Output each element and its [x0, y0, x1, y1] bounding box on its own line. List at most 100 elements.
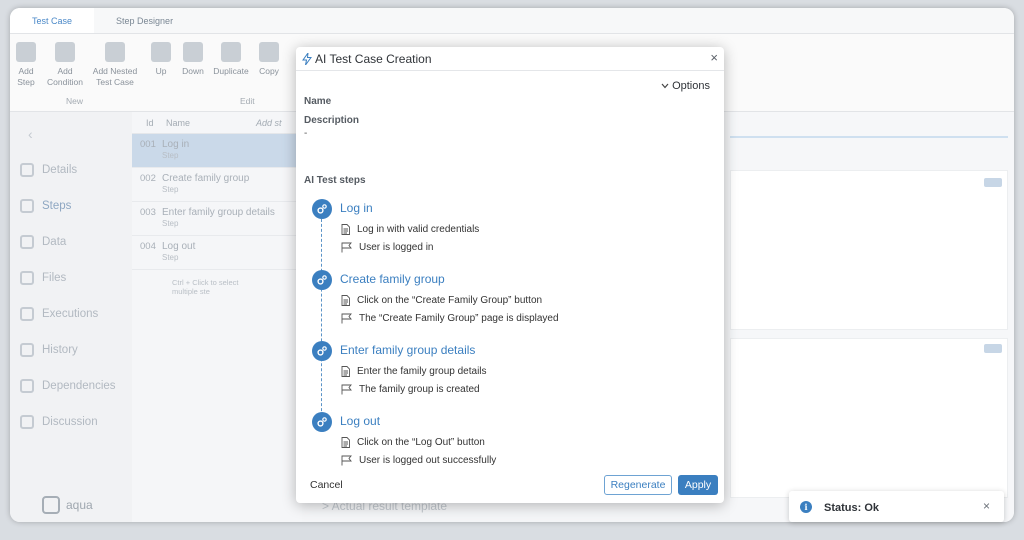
sidebar-item-steps[interactable]: Steps [20, 196, 130, 216]
arrow-down-icon [183, 42, 203, 62]
ai-step-name[interactable]: Log out [340, 414, 380, 428]
copy-button[interactable]: Copy [256, 42, 282, 77]
ai-step-name[interactable]: Enter family group details [340, 343, 475, 357]
sidebar-item-executions[interactable]: Executions [20, 304, 130, 324]
sidebar-item-files[interactable]: Files [20, 268, 130, 288]
aqua-logo-icon [42, 496, 60, 514]
copy-icon [259, 42, 279, 62]
step-action: Click on the “Log Out” button [341, 437, 485, 448]
step-expected-text: User is logged in [359, 242, 434, 253]
step-expected-text: User is logged out successfully [359, 455, 497, 466]
editor-toggle-icon[interactable] [984, 344, 1002, 353]
pane-divider [730, 136, 1008, 138]
sidebar-item-data[interactable]: Data [20, 232, 130, 252]
collapse-icon[interactable]: ‹ [28, 126, 33, 142]
cancel-button[interactable]: Cancel [310, 479, 343, 491]
add-step-link[interactable]: Add st [256, 118, 282, 128]
logo: aqua [42, 496, 93, 514]
document-icon [341, 366, 350, 377]
down-label: Down [182, 66, 204, 76]
sidebar-item-label: Files [42, 272, 67, 284]
dialog-title-text: AI Test Case Creation [315, 52, 432, 66]
document-icon [341, 437, 350, 448]
multi-select-hint: Ctrl + Click to select multiple ste [172, 278, 239, 296]
add-condition-label: Add Condition [47, 66, 83, 87]
row-name: Create family group [162, 173, 250, 184]
sidebar-item-label: Steps [42, 200, 72, 212]
gears-icon [312, 270, 332, 290]
detail-pane [730, 112, 1014, 522]
sidebar-item-label: Discussion [42, 416, 98, 428]
expected-editor[interactable] [730, 338, 1008, 498]
add-nested-button[interactable]: Add Nested Test Case [90, 42, 140, 88]
table-row[interactable]: 001 Log in Step [132, 134, 302, 168]
group-new-label: New [66, 96, 84, 106]
flag-icon [341, 313, 352, 324]
sidebar: ‹ Details Steps Data Files Executions Hi… [10, 112, 132, 522]
up-button[interactable]: Up [150, 42, 172, 77]
files-icon [20, 271, 34, 285]
lightning-icon [302, 53, 312, 65]
step-expected: User is logged out successfully [341, 455, 496, 466]
dialog-title: AI Test Case Creation [302, 52, 432, 66]
row-name: Log out [162, 241, 196, 252]
table-row[interactable]: 004 Log out Step [132, 236, 302, 270]
step-action-text: Click on the “Create Family Group” butto… [357, 295, 543, 306]
options-toggle[interactable]: Options [661, 80, 710, 92]
add-condition-icon [55, 42, 75, 62]
duplicate-icon [221, 42, 241, 62]
sidebar-item-details[interactable]: Details [20, 160, 130, 180]
duplicate-button[interactable]: Duplicate [213, 42, 249, 77]
steps-icon [20, 199, 34, 213]
sidebar-item-dependencies[interactable]: Dependencies [20, 376, 130, 396]
sidebar-item-label: Data [42, 236, 67, 248]
row-type: Step [162, 219, 179, 228]
timeline-line [321, 209, 322, 431]
add-step-icon [16, 42, 36, 62]
sidebar-item-label: Executions [42, 308, 99, 320]
add-nested-label: Add Nested Test Case [92, 66, 138, 87]
editor-toggle-icon[interactable] [984, 178, 1002, 187]
step-action: Click on the “Create Family Group” butto… [341, 295, 542, 306]
ai-test-case-dialog: AI Test Case Creation × Options Name Des… [296, 47, 724, 503]
sidebar-item-discussion[interactable]: Discussion [20, 412, 130, 432]
tab-step-designer[interactable]: Step Designer [94, 8, 195, 33]
add-condition-button[interactable]: Add Condition [44, 42, 86, 88]
regenerate-button[interactable]: Regenerate [604, 475, 672, 495]
close-icon[interactable]: × [710, 50, 718, 65]
down-button[interactable]: Down [180, 42, 206, 77]
flag-icon [341, 242, 352, 253]
gears-icon [312, 199, 332, 219]
chevron-down-icon [661, 83, 669, 89]
sidebar-item-history[interactable]: History [20, 340, 130, 360]
flag-icon [341, 384, 352, 395]
steps-list: Id Name Add st 001 Log in Step 002 Create f… [132, 112, 302, 522]
step-expected-text: The “Create Family Group” page is displa… [359, 313, 559, 324]
table-row[interactable]: 002 Create family group Step [132, 168, 302, 202]
app-tabs: Test Case Step Designer [10, 8, 1014, 34]
copy-label: Copy [259, 66, 279, 76]
list-header: Id Name Add st [132, 112, 302, 134]
duplicate-label: Duplicate [213, 66, 249, 76]
add-step-button[interactable]: Add Step [14, 42, 38, 88]
arrow-up-icon [151, 42, 171, 62]
row-name: Log in [162, 139, 190, 150]
close-icon[interactable]: × [983, 499, 990, 513]
step-expected-text: The family group is created [359, 384, 480, 395]
ai-step-name[interactable]: Create family group [340, 272, 445, 286]
step-action-text: Click on the “Log Out” button [357, 437, 485, 448]
discussion-icon [20, 415, 34, 429]
up-label: Up [155, 66, 167, 76]
row-type: Step [162, 253, 179, 262]
action-editor[interactable] [730, 170, 1008, 330]
column-id: Id [146, 117, 154, 128]
row-name: Enter family group details [162, 207, 275, 218]
tab-test-case[interactable]: Test Case [10, 8, 95, 33]
ai-steps-heading: AI Test steps [304, 175, 366, 186]
apply-button[interactable]: Apply [678, 475, 718, 495]
ai-step-name[interactable]: Log in [340, 201, 373, 215]
table-row[interactable]: 003 Enter family group details Step [132, 202, 302, 236]
document-icon [341, 295, 350, 306]
step-expected: The family group is created [341, 384, 480, 395]
step-action: Enter the family group details [341, 366, 487, 377]
